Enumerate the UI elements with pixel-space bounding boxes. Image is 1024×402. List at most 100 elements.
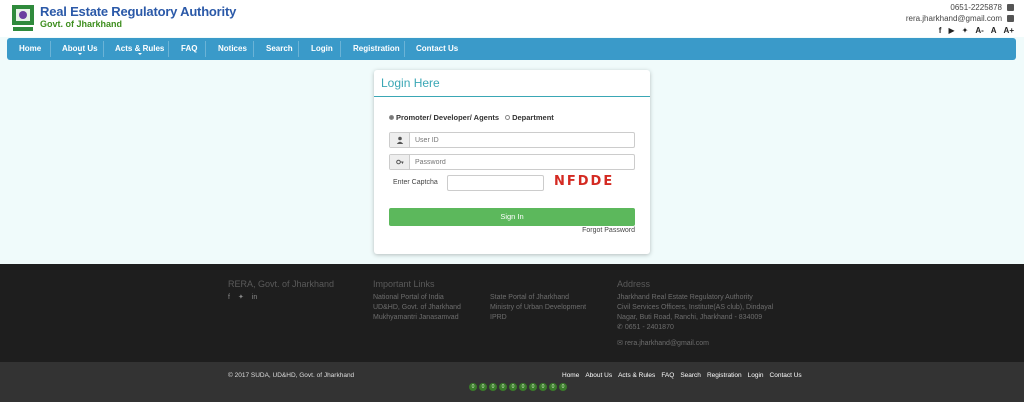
footer-link-home[interactable]: Home	[562, 372, 579, 379]
forgot-password-link[interactable]: Forgot Password	[582, 227, 635, 234]
site-footer: RERA, Govt. of Jharkhand f ✦ in Importan…	[0, 264, 1024, 362]
login-title: Login Here	[381, 76, 440, 90]
footer-link[interactable]: UD&HD, Govt. of Jharkhand	[373, 303, 461, 313]
nav-divider	[168, 41, 169, 57]
userid-input[interactable]	[415, 134, 625, 146]
role-selector: Promoter/ Developer/ Agents Department	[389, 113, 554, 122]
font-increase-button[interactable]: A+	[1004, 25, 1014, 36]
address-line: Nagar, Buti Road, Ranchi, Jharkhand - 83…	[617, 314, 763, 321]
header-contact: 0651-2225878 rera.jharkhand@gmail.com f …	[906, 2, 1014, 36]
visitor-counter: 0 0 0 0 0 0 0 0 0 0	[469, 383, 567, 391]
nav-faq[interactable]: FAQ	[181, 38, 197, 60]
userid-field	[389, 132, 635, 148]
linkedin-icon[interactable]: in	[252, 293, 257, 303]
footer-links-column: Important Links National Portal of India…	[373, 279, 461, 323]
captcha-input[interactable]	[447, 175, 544, 191]
password-field	[389, 154, 635, 170]
twitter-icon[interactable]: ✦	[238, 293, 244, 303]
nav-search[interactable]: Search	[266, 38, 293, 60]
counter-digit: 0	[489, 383, 497, 391]
social-links: f ▶ ✦ A- A A+	[906, 25, 1014, 36]
main-nav: Home About Us Acts & Rules FAQ Notices S…	[7, 38, 1016, 60]
footer-link[interactable]: Ministry of Urban Development	[490, 303, 586, 313]
nav-divider	[50, 41, 51, 57]
key-icon	[390, 155, 410, 169]
footer-link[interactable]: IPRD	[490, 313, 586, 323]
footer-link-registration[interactable]: Registration	[707, 372, 742, 379]
counter-digit: 0	[529, 383, 537, 391]
nav-divider	[298, 41, 299, 57]
nav-about-us-label: About Us	[62, 44, 98, 53]
captcha-image: NFDDE	[554, 174, 615, 189]
header-email[interactable]: rera.jharkhand@gmail.com	[906, 13, 1002, 24]
address-line: Jharkhand Real Estate Regulatory Authori…	[617, 294, 753, 301]
counter-digit: 0	[499, 383, 507, 391]
caret-down-icon	[77, 53, 82, 55]
nav-acts-rules[interactable]: Acts & Rules	[115, 38, 164, 60]
radio-department[interactable]	[505, 115, 511, 120]
counter-digit: 0	[509, 383, 517, 391]
footer-link[interactable]: National Portal of India	[373, 293, 461, 303]
footer-bottom-bar: © 2017 SUDA, UD&HD, Govt. of Jharkhand H…	[0, 362, 1024, 402]
footer-phone: ✆ 0651 - 2401870	[617, 323, 773, 333]
nav-contact-us[interactable]: Contact Us	[416, 38, 458, 60]
footer-link-login[interactable]: Login	[748, 372, 764, 379]
nav-acts-rules-label: Acts & Rules	[115, 44, 165, 53]
captcha-label: Enter Captcha	[393, 179, 438, 186]
site-title[interactable]: Real Estate Regulatory Authority	[40, 4, 236, 19]
radio-department-label[interactable]: Department	[512, 113, 554, 122]
footer-link-faq[interactable]: FAQ	[661, 372, 674, 379]
footer-link-contact-us[interactable]: Contact Us	[770, 372, 802, 379]
address-line: Civil Services Officers, Institute(AS cl…	[617, 304, 774, 311]
nav-home[interactable]: Home	[19, 38, 41, 60]
nav-divider	[404, 41, 405, 57]
counter-digit: 0	[559, 383, 567, 391]
sign-in-button[interactable]: Sign In	[389, 208, 635, 226]
footer-link-acts-rules[interactable]: Acts & Rules	[618, 372, 655, 379]
facebook-icon[interactable]: f	[228, 293, 230, 303]
radio-promoter[interactable]	[389, 115, 394, 120]
login-panel: Login Here Promoter/ Developer/ Agents D…	[374, 70, 650, 254]
counter-digit: 0	[549, 383, 557, 391]
footer-phone-number: 0651 - 2401870	[624, 324, 674, 331]
counter-digit: 0	[539, 383, 547, 391]
twitter-icon[interactable]: ✦	[962, 25, 969, 36]
font-reset-button[interactable]: A	[991, 25, 997, 36]
footer-address-column: Address Jharkhand Real Estate Regulatory…	[617, 279, 773, 349]
footer-org-name: RERA, Govt. of Jharkhand	[228, 279, 335, 289]
footer-bottom-links: Home About Us Acts & Rules FAQ Search Re…	[562, 372, 802, 379]
login-title-divider	[374, 96, 650, 97]
site-subtitle: Govt. of Jharkhand	[40, 19, 123, 29]
footer-org-column: RERA, Govt. of Jharkhand f ✦ in	[228, 279, 334, 303]
youtube-icon[interactable]: ▶	[948, 25, 954, 36]
password-input[interactable]	[415, 156, 625, 168]
nav-about-us[interactable]: About Us	[62, 38, 98, 60]
envelope-icon: ✉	[617, 340, 625, 347]
phone-icon	[1007, 4, 1014, 11]
footer-email-address[interactable]: rera.jharkhand@gmail.com	[625, 340, 709, 347]
counter-digit: 0	[469, 383, 477, 391]
footer-link-search[interactable]: Search	[680, 372, 701, 379]
nav-registration[interactable]: Registration	[353, 38, 400, 60]
site-header: Real Estate Regulatory Authority Govt. o…	[0, 0, 1024, 37]
header-phone: 0651-2225878	[950, 3, 1002, 12]
nav-divider	[103, 41, 104, 57]
state-emblem-logo[interactable]	[11, 3, 35, 33]
footer-link[interactable]: State Portal of Jharkhand	[490, 293, 586, 303]
nav-login[interactable]: Login	[311, 38, 333, 60]
nav-divider	[340, 41, 341, 57]
footer-link[interactable]: Mukhyamantri Janasamvad	[373, 313, 461, 323]
counter-digit: 0	[519, 383, 527, 391]
radio-promoter-label[interactable]: Promoter/ Developer/ Agents	[396, 113, 499, 122]
phone-icon: ✆	[617, 324, 625, 331]
envelope-icon	[1007, 15, 1014, 22]
footer-links-heading: Important Links	[373, 279, 435, 289]
facebook-icon[interactable]: f	[939, 25, 942, 36]
footer-email[interactable]: ✉ rera.jharkhand@gmail.com	[617, 339, 773, 349]
footer-address-heading: Address	[617, 279, 651, 289]
footer-links-column-2: State Portal of Jharkhand Ministry of Ur…	[490, 293, 586, 323]
font-decrease-button[interactable]: A-	[975, 25, 983, 36]
footer-link-about-us[interactable]: About Us	[585, 372, 612, 379]
user-icon	[390, 133, 410, 147]
nav-notices[interactable]: Notices	[218, 38, 247, 60]
